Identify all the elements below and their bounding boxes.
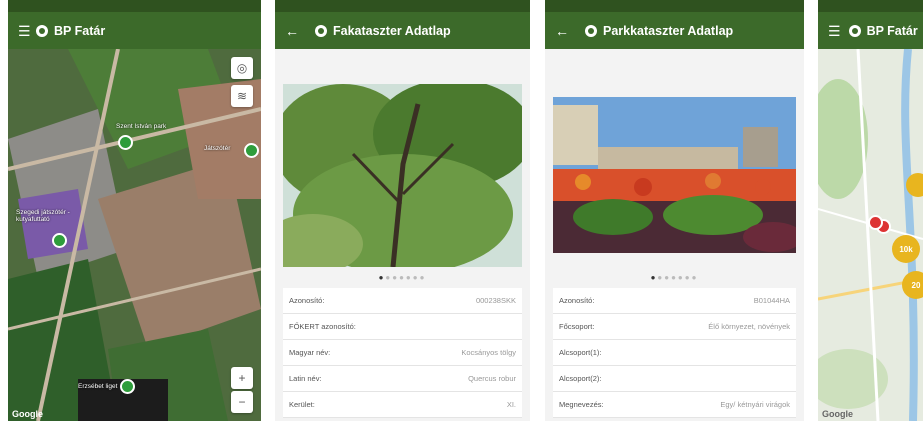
row-label: Kerület: [289,400,315,409]
app-title: BP Fatár [54,23,106,38]
google-logo: Google [822,409,853,419]
google-logo: Google [12,409,43,419]
tree-photo[interactable] [275,79,530,274]
table-row: Magyar név: Kocsányos tölgy [283,340,522,366]
table-row: Kerület: XI. [283,392,522,418]
status-bar [8,0,261,12]
row-label: Megnevezés: [559,400,604,409]
table-row: FŐKERT azonosító: [283,314,522,340]
park-pin-icon[interactable] [52,233,67,248]
app-logo-icon [36,24,48,37]
screen-map: ☰ BP Fatár Szent István park Játszótér S… [8,0,261,421]
screen-tree-datasheet: ← Fakataszter Adatlap ●●●●●●● Azonosító:… [275,0,530,421]
map-label: Erzsébet liget [78,383,118,390]
app-bar: ← Fakataszter Adatlap [275,12,530,49]
row-value: 000238SKK [475,296,516,305]
app-logo-icon [848,24,861,37]
cluster-marker[interactable]: 10k [892,235,920,263]
row-label: Főcsoport: [559,322,595,331]
row-label: Azonosító: [289,296,325,305]
map-label: Szent István park [116,123,167,130]
menu-icon[interactable]: ☰ [18,24,36,38]
row-value: B01044HA [753,296,790,305]
map-label: Játszótér [204,145,231,152]
row-value: Egy/ kétnyári virágok [720,400,790,409]
row-value: Élő környezet, növények [708,322,790,331]
table-row: Alcsoport(2): [553,366,796,392]
row-label: Alcsoport(1): [559,348,602,357]
app-title: BP Fatár [866,23,918,38]
table-row: Azonosító: 000238SKK [283,288,522,314]
park-photo[interactable] [553,97,803,253]
row-label: Alcsoport(2): [559,374,602,383]
menu-icon[interactable]: ☰ [828,24,841,38]
app-bar: ☰ BP Fatár [8,12,261,49]
map-label: Szegedi játszótér - kutyafuttató [16,209,70,223]
app-logo-icon [585,24,597,37]
datasheet-table: Azonosító: 000238SKK FŐKERT azonosító: Ma… [283,288,522,418]
tree-photo-image [275,79,530,274]
row-value: XI. [506,400,516,409]
screen-cluster-map: ☰ BP Fatár 10k 20 Google [818,0,923,421]
row-label: Magyar név: [289,348,331,357]
page-title: Fakataszter Adatlap [333,23,451,38]
map-imagery [8,49,261,421]
park-pin-icon[interactable] [244,143,259,158]
table-row: Főcsoport: Élő környezet, növények [553,314,796,340]
row-label: Latin név: [289,374,322,383]
row-label: FŐKERT azonosító: [289,322,356,331]
carousel-indicator[interactable]: ●●●●●●● [545,273,804,282]
park-pin-icon[interactable] [120,379,135,394]
row-value: Quercus robur [468,374,516,383]
back-arrow-icon[interactable]: ← [285,24,303,38]
cluster-marker[interactable]: 20 [902,271,923,299]
app-bar: ☰ BP Fatár [818,12,923,49]
zoom-out-button[interactable]: − [231,391,253,413]
app-bar: ← Parkkataszter Adatlap [545,12,804,49]
table-row: Latin név: Quercus robur [283,366,522,392]
park-pin-icon[interactable] [118,135,133,150]
table-row: Megnevezés: Egy/ kétnyári virágok [553,392,796,418]
page-title: Parkkataszter Adatlap [603,23,734,38]
table-row: Alcsoport(1): [553,340,796,366]
back-arrow-icon[interactable]: ← [555,24,573,38]
park-photo-image [553,97,803,253]
table-row: Azonosító: B01044HA [553,288,796,314]
app-logo-icon [315,24,327,37]
screen-park-datasheet: ← Parkkataszter Adatlap ●●●●●●● Azonosít… [545,0,804,421]
satellite-map[interactable]: Szent István park Játszótér Szegedi játs… [8,49,261,421]
road-map[interactable]: 10k 20 Google [818,49,923,421]
status-bar [545,0,804,12]
layers-button[interactable]: ≋ [231,85,253,107]
zoom-in-button[interactable]: + [231,367,253,389]
status-bar [275,0,530,12]
cluster-marker[interactable] [906,173,923,197]
datasheet-table: Azonosító: B01044HA Főcsoport: Élő környez… [553,288,796,418]
carousel-indicator[interactable]: ●●●●●●● [275,273,530,282]
row-value: Kocsányos tölgy [461,348,516,357]
status-bar [818,0,923,12]
row-label: Azonosító: [559,296,595,305]
my-location-button[interactable]: ◎ [231,57,253,79]
tree-pin-icon[interactable] [868,215,883,230]
